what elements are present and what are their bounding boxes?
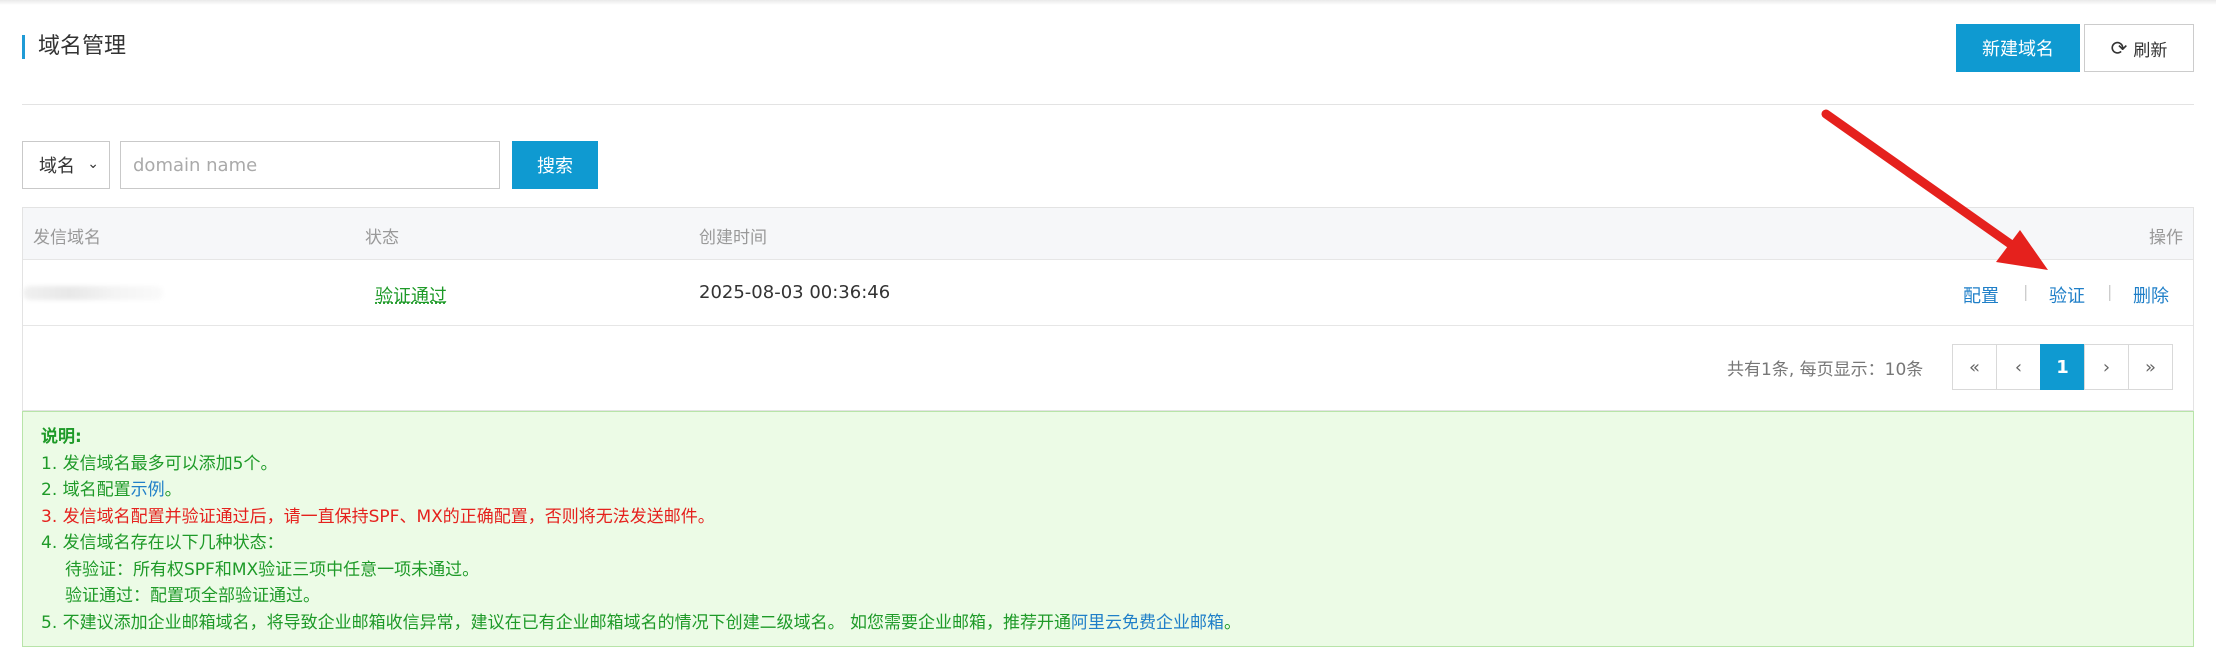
notice-line-4b: 验证通过：配置项全部验证通过。 (65, 586, 320, 606)
example-link[interactable]: 示例 (131, 480, 165, 500)
delete-link[interactable]: 删除 (2133, 282, 2169, 308)
new-domain-button[interactable]: 新建域名 (1956, 24, 2080, 72)
configure-link[interactable]: 配置 (1963, 282, 1999, 308)
notice-line-1: 1. 发信域名最多可以添加5个。 (41, 453, 278, 474)
refresh-label: 刷新 (2133, 40, 2168, 61)
table-row: 验证通过 2025-08-03 00:36:46 配置 | 验证 | 删除 (23, 260, 2193, 326)
notice-line-2-end: 。 (164, 480, 182, 500)
notice-line-2: 2. 域名配置示例。 (41, 477, 2175, 504)
verify-link[interactable]: 验证 (2049, 282, 2085, 308)
title-accent-bar (22, 35, 25, 59)
column-header-created: 创建时间 (699, 228, 767, 248)
last-page-button[interactable]: » (2128, 344, 2173, 390)
refresh-button[interactable]: ⟳ 刷新 (2084, 24, 2194, 72)
header-divider (22, 104, 2194, 105)
redacted-domain (23, 286, 163, 300)
notice-line-4a: 待验证：所有权SPF和MX验证三项中任意一项未通过。 (65, 559, 480, 580)
status-badge: 验证通过 (375, 286, 447, 307)
page-title: 域名管理 (38, 34, 127, 59)
page-1-button[interactable]: 1 (2040, 344, 2085, 390)
search-button[interactable]: 搜索 (512, 141, 598, 189)
chevron-down-icon: ⌄ (87, 156, 99, 172)
created-time: 2025-08-03 00:36:46 (699, 282, 891, 303)
top-shadow (0, 0, 2216, 5)
notice-line-3: 3. 发信域名配置并验证通过后，请一直保持SPF、MX的正确配置，否则将无法发送… (41, 506, 715, 527)
notice-heading: 说明: (41, 427, 82, 447)
pagination: « ‹ 1 › » (1952, 344, 2173, 390)
search-input[interactable] (120, 141, 500, 189)
column-header-domain: 发信域名 (33, 228, 101, 248)
refresh-icon: ⟳ (2110, 36, 2128, 60)
notice-line-5: 5. 不建议添加企业邮箱域名，将导致企业邮箱收信异常，建议在已有企业邮箱域名的情… (41, 610, 2175, 637)
notice-line-5-text: 5. 不建议添加企业邮箱域名，将导致企业邮箱收信异常，建议在已有企业邮箱域名的情… (41, 612, 1072, 633)
first-page-button[interactable]: « (1952, 344, 1997, 390)
action-separator: | (2107, 282, 2113, 301)
next-page-button[interactable]: › (2084, 344, 2129, 390)
free-enterprise-mail-link[interactable]: 阿里云免费企业邮箱 (1071, 613, 1224, 633)
notice-line-2-text: 2. 域名配置 (41, 480, 131, 500)
search-field-select-value: 域名 (39, 156, 75, 177)
notice-line-5-end: 。 (1224, 612, 1242, 633)
column-header-status: 状态 (365, 228, 399, 248)
column-header-actions: 操作 (2149, 228, 2183, 248)
action-separator: | (2023, 282, 2029, 301)
notice-panel: 说明: 1. 发信域名最多可以添加5个。 2. 域名配置示例。 3. 发信域名配… (22, 411, 2194, 647)
pagination-info: 共有1条, 每页显示：10条 (1727, 360, 1924, 380)
table-header: 发信域名 状态 创建时间 操作 (23, 208, 2193, 260)
search-field-select[interactable]: 域名 ⌄ (22, 141, 110, 189)
domain-table: 发信域名 状态 创建时间 操作 验证通过 2025-08-03 00:36:46… (22, 207, 2194, 411)
prev-page-button[interactable]: ‹ (1996, 344, 2041, 390)
notice-line-4: 4. 发信域名存在以下几种状态： (41, 533, 284, 553)
